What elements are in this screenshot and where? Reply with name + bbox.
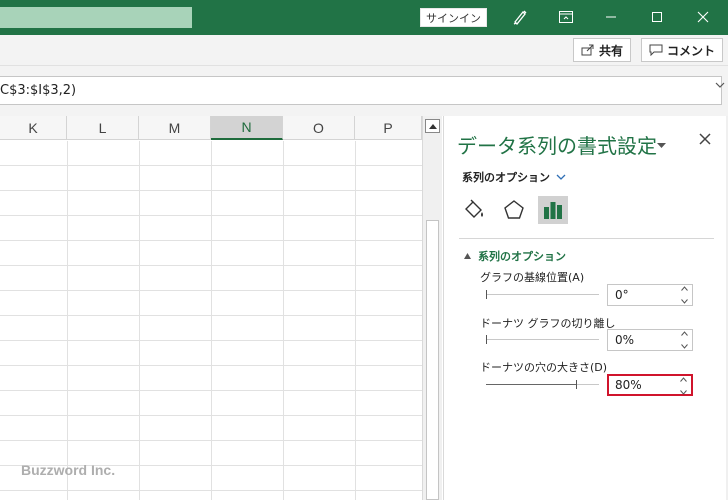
chevron-down-icon[interactable] bbox=[680, 344, 688, 349]
ribbon-display-options-icon[interactable] bbox=[554, 5, 578, 29]
slider-track bbox=[486, 294, 599, 295]
spinner-arrows[interactable] bbox=[679, 286, 689, 304]
tab-divider bbox=[459, 238, 714, 239]
comments-button[interactable]: コメント bbox=[641, 38, 724, 62]
scrollbar-thumb[interactable] bbox=[426, 220, 439, 500]
title-bar: サインイン bbox=[0, 0, 728, 35]
series-options-dropdown[interactable]: 系列のオプション bbox=[462, 169, 566, 185]
share-icon bbox=[581, 44, 594, 56]
slider-fill bbox=[486, 384, 576, 385]
vertical-scrollbar[interactable] bbox=[422, 116, 442, 500]
scroll-up-icon[interactable] bbox=[425, 119, 440, 133]
slider-handle[interactable] bbox=[576, 380, 577, 389]
section-title: 系列のオプション bbox=[478, 250, 566, 263]
series-options-chart-icon[interactable] bbox=[538, 196, 568, 224]
format-data-series-pane: データ系列の書式設定 系列のオプション 系列のオプション グラフの基線位置(A)… bbox=[443, 116, 728, 500]
doughnut-explosion-label: ドーナツ グラフの切り離し bbox=[480, 317, 616, 330]
collapse-triangle-icon bbox=[464, 253, 471, 259]
doughnut-hole-size-label: ドーナツの穴の大きさ(D) bbox=[480, 361, 608, 374]
slider-handle[interactable] bbox=[486, 290, 487, 299]
first-slice-angle-value: 0° bbox=[615, 288, 629, 302]
comment-icon bbox=[649, 44, 663, 56]
doughnut-explosion-value: 0% bbox=[615, 333, 635, 347]
chevron-down-icon[interactable] bbox=[680, 299, 688, 304]
first-slice-angle-label: グラフの基線位置(A) bbox=[480, 271, 585, 284]
share-button[interactable]: 共有 bbox=[573, 38, 632, 62]
slider-track bbox=[486, 339, 599, 340]
minimize-icon[interactable] bbox=[599, 5, 623, 29]
chevron-up-icon[interactable] bbox=[680, 286, 688, 291]
column-header-k[interactable]: K bbox=[0, 116, 67, 140]
ribbon-strip: 共有 コメント bbox=[0, 35, 728, 66]
doughnut-hole-size-spinner[interactable]: 80% bbox=[607, 374, 693, 396]
column-header-n[interactable]: N bbox=[211, 116, 283, 140]
format-category-tabs bbox=[459, 196, 579, 226]
column-header-p[interactable]: P bbox=[355, 116, 422, 140]
pen-icon[interactable] bbox=[508, 5, 532, 29]
watermark: Buzzword Inc. bbox=[21, 462, 116, 478]
doughnut-hole-size-value: 80% bbox=[615, 378, 642, 392]
slider-handle[interactable] bbox=[486, 335, 487, 344]
worksheet: K L M N O P Buzzword Inc. bbox=[0, 116, 422, 500]
column-header-row: K L M N O P bbox=[0, 116, 422, 140]
formula-input[interactable]: C$3:$I$3,2) bbox=[0, 76, 722, 105]
formula-bar-area: C$3:$I$3,2) bbox=[0, 66, 728, 116]
pane-title: データ系列の書式設定 bbox=[457, 134, 657, 158]
fill-line-icon[interactable] bbox=[459, 196, 489, 224]
spinner-arrows[interactable] bbox=[678, 377, 688, 395]
cell-grid[interactable] bbox=[0, 141, 422, 500]
column-header-m[interactable]: M bbox=[139, 116, 211, 140]
chevron-down-icon[interactable] bbox=[679, 390, 687, 395]
comments-label: コメント bbox=[667, 43, 716, 58]
chevron-up-icon[interactable] bbox=[680, 331, 688, 336]
chevron-up-icon[interactable] bbox=[679, 377, 687, 382]
series-options-section-toggle[interactable]: 系列のオプション bbox=[464, 248, 566, 264]
spinner-arrows[interactable] bbox=[679, 331, 689, 349]
column-header-o[interactable]: O bbox=[283, 116, 355, 140]
chevron-down-icon bbox=[556, 174, 566, 180]
sign-in-button[interactable]: サインイン bbox=[420, 8, 487, 27]
share-label: 共有 bbox=[599, 43, 624, 58]
series-options-label: 系列のオプション bbox=[462, 171, 550, 184]
pane-close-icon[interactable] bbox=[698, 132, 714, 148]
first-slice-angle-spinner[interactable]: 0° bbox=[607, 284, 693, 306]
formula-text: C$3:$I$3,2) bbox=[0, 83, 77, 98]
doughnut-explosion-spinner[interactable]: 0% bbox=[607, 329, 693, 351]
close-icon[interactable] bbox=[691, 5, 715, 29]
title-search-box[interactable] bbox=[0, 7, 192, 28]
expand-formula-bar-icon[interactable] bbox=[715, 73, 725, 98]
column-header-l[interactable]: L bbox=[67, 116, 139, 140]
effects-pentagon-icon[interactable] bbox=[499, 196, 529, 224]
pane-options-dropdown-icon[interactable] bbox=[657, 138, 666, 152]
maximize-icon[interactable] bbox=[645, 5, 669, 29]
